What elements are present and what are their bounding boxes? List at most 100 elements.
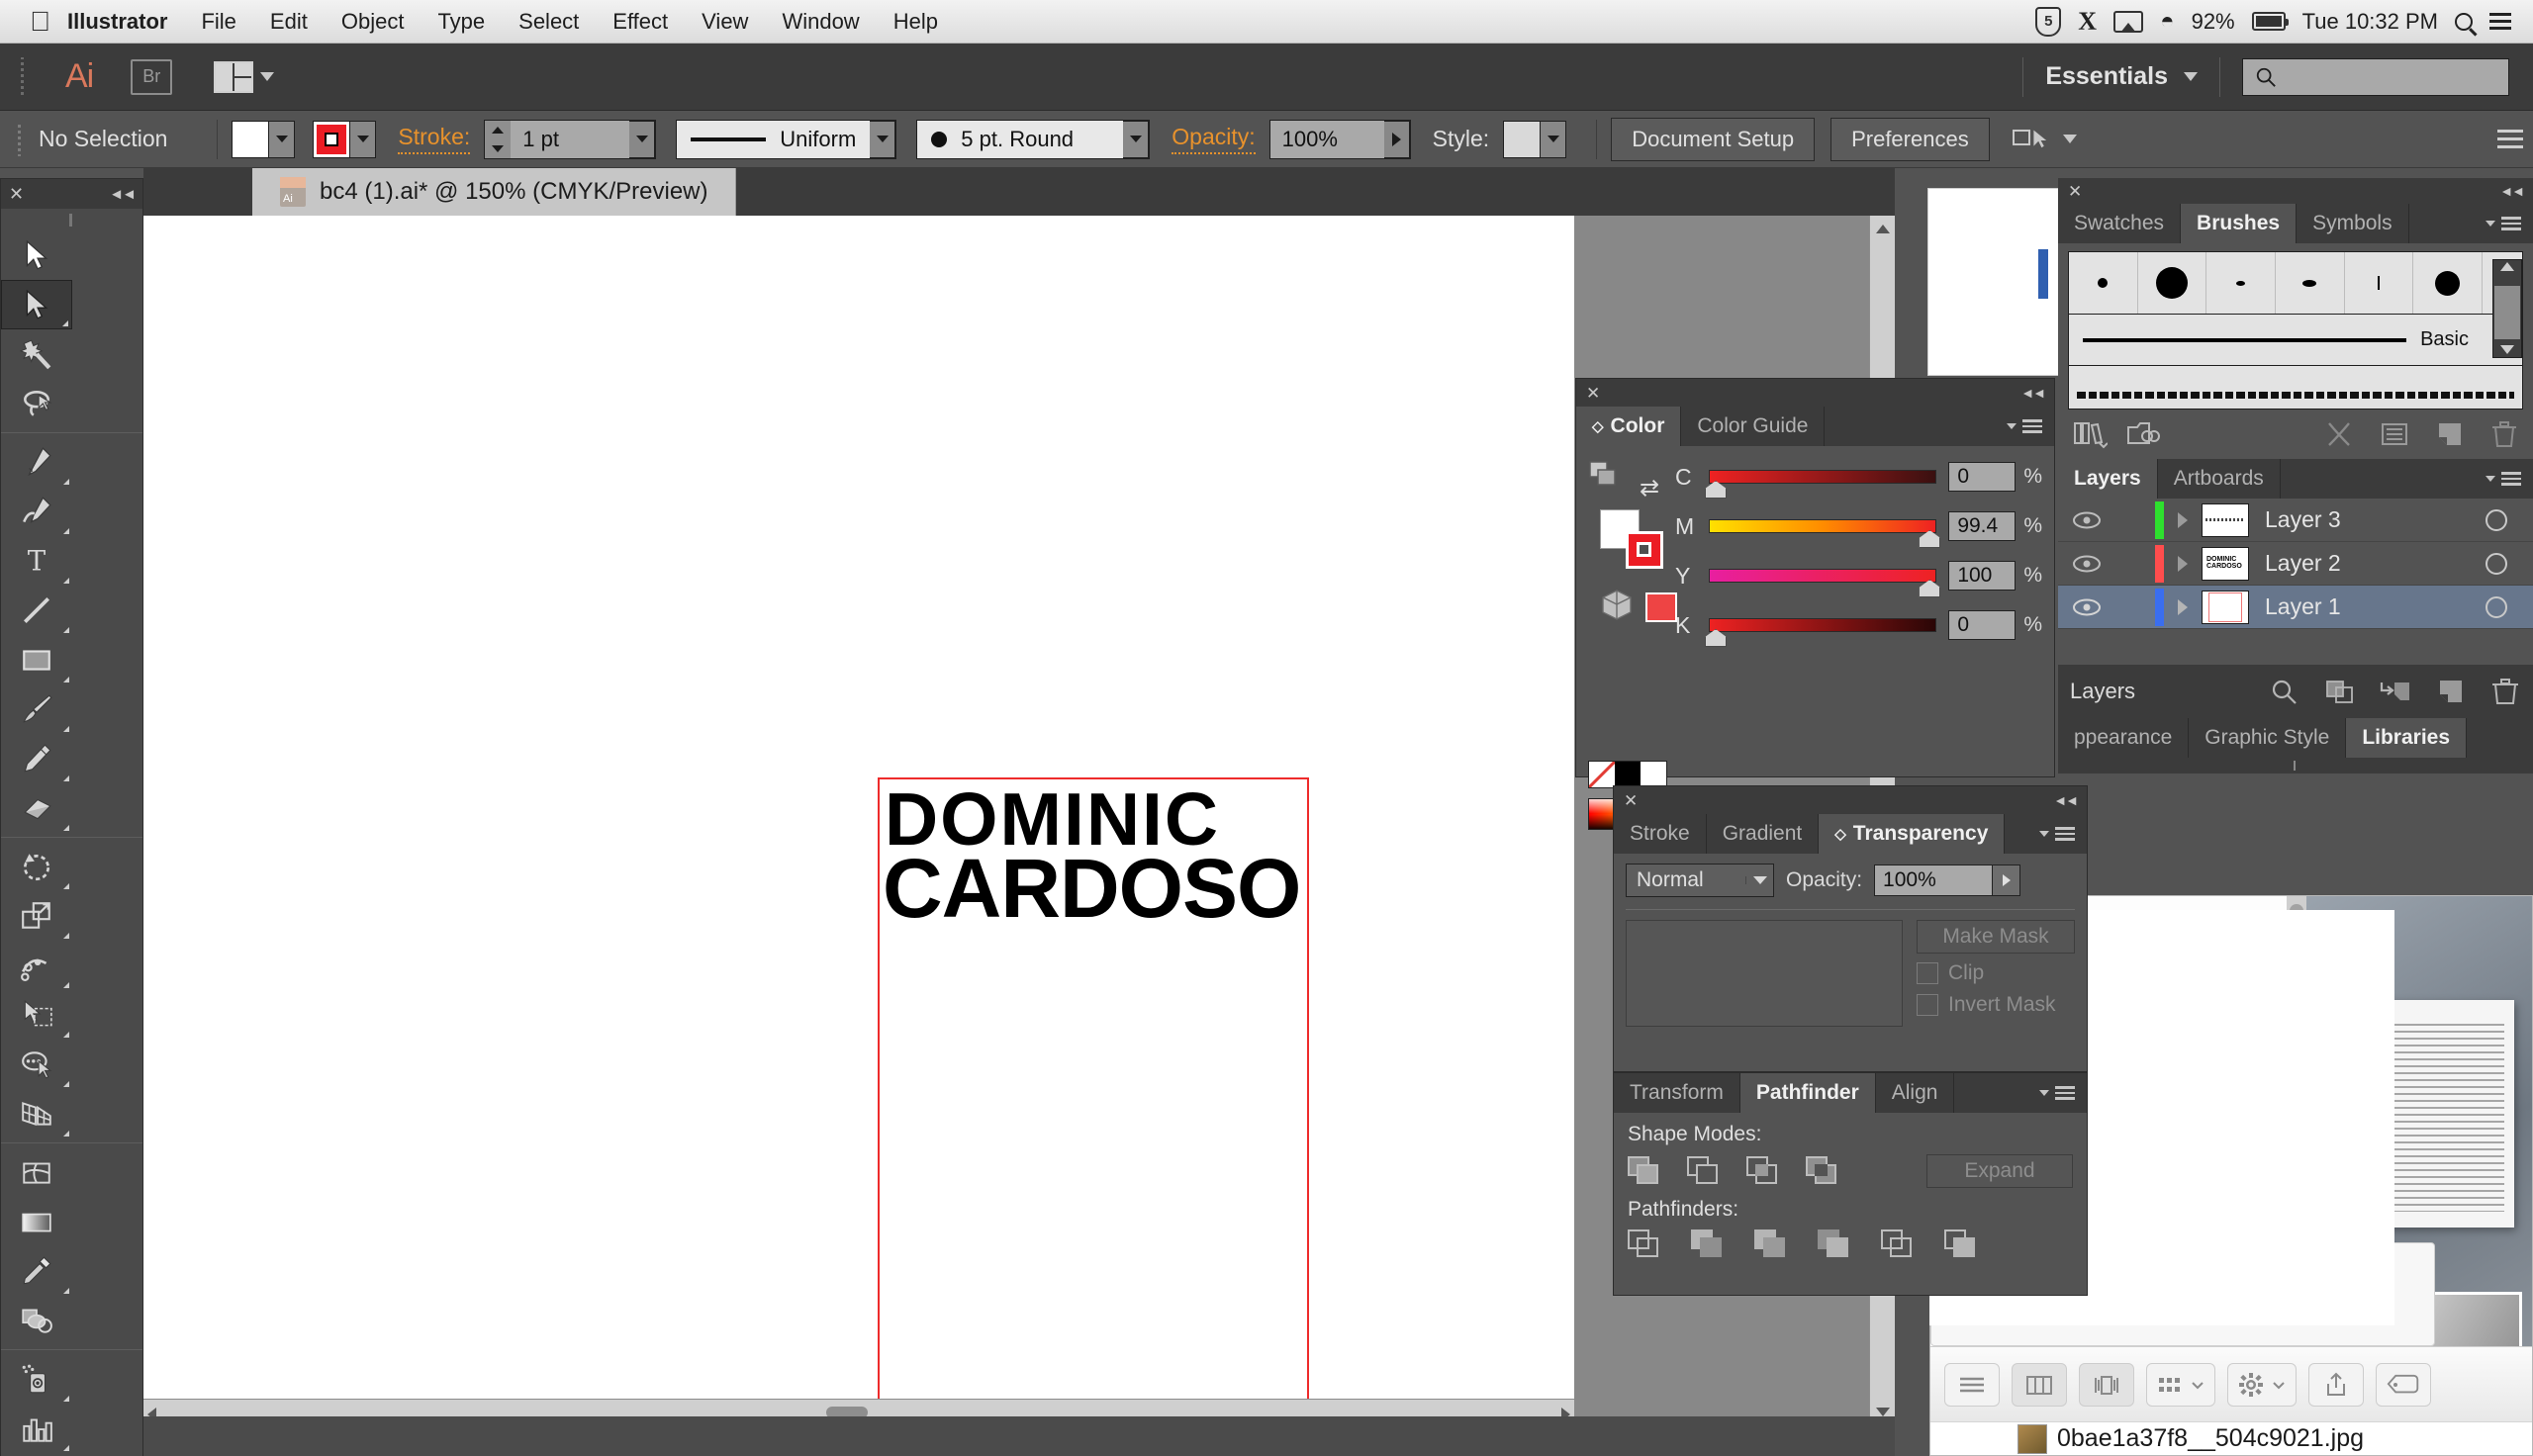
graphic-style-swatch[interactable] — [1503, 120, 1542, 158]
menu-effect[interactable]: Effect — [596, 9, 685, 35]
remove-brush-stroke-icon[interactable] — [2323, 419, 2355, 449]
dock-resize-grip[interactable] — [2058, 758, 2533, 774]
coverflow-view-icon[interactable] — [2079, 1362, 2134, 1407]
brush-definition-dropdown[interactable]: 5 pt. Round — [916, 119, 1151, 159]
shield-5-icon[interactable]: 5 — [2035, 6, 2062, 37]
close-icon[interactable]: ✕ — [1586, 385, 1600, 402]
brush-swatch[interactable] — [2069, 252, 2138, 314]
stroke-weight-value[interactable]: 1 pt — [511, 120, 630, 158]
eyedropper-tool[interactable] — [1, 1246, 72, 1296]
mesh-tool[interactable] — [1, 1147, 72, 1197]
app-bar-grip[interactable] — [18, 56, 26, 97]
scroll-down-arrow-icon[interactable] — [2500, 345, 2514, 354]
preferences-button[interactable]: Preferences — [1830, 117, 1990, 161]
share-icon[interactable] — [2308, 1362, 2364, 1407]
cyan-slider[interactable] — [1705, 470, 1937, 499]
selection-tool[interactable] — [1, 230, 72, 280]
layers-panel-menu[interactable] — [2474, 459, 2533, 499]
gradient-tool[interactable] — [1, 1197, 72, 1246]
yellow-value[interactable]: 100 — [1948, 561, 2017, 591]
opacity-flyout-arrow[interactable] — [1383, 120, 1410, 158]
close-icon[interactable]: ✕ — [1624, 792, 1638, 809]
airplay-icon[interactable] — [2113, 10, 2144, 33]
tab-transparency[interactable]: ◇ Transparency — [1819, 814, 2006, 854]
black-value[interactable]: 0 — [1948, 610, 2017, 640]
layer-row-3[interactable]: Layer 3 — [2058, 499, 2533, 542]
tab-gradient[interactable]: Gradient — [1706, 814, 1820, 854]
options-icon[interactable] — [2379, 419, 2410, 449]
paintbrush-tool[interactable] — [1, 684, 72, 734]
rotate-tool[interactable] — [1, 842, 72, 891]
magenta-value[interactable]: 99.4 — [1948, 511, 2017, 541]
fill-swatch[interactable] — [232, 120, 270, 158]
fill-stroke-proxy-icon[interactable] — [1588, 460, 1622, 490]
intersect-icon[interactable] — [1746, 1156, 1778, 1186]
blend-tool[interactable] — [1, 1296, 72, 1345]
pencil-tool[interactable] — [1, 734, 72, 783]
menu-bar-clock[interactable]: Tue 10:32 PM — [2302, 9, 2438, 35]
divide-icon[interactable] — [1628, 1229, 1659, 1259]
yellow-slider[interactable] — [1709, 569, 1941, 597]
layer-row-1[interactable]: Layer 1 — [2058, 586, 2533, 629]
collapse-icon[interactable]: ◄◄ — [2499, 183, 2525, 199]
minus-back-icon[interactable] — [1944, 1229, 1976, 1259]
stroke-dropdown-arrow[interactable] — [350, 120, 377, 158]
close-icon[interactable]: ✕ — [2068, 183, 2082, 200]
close-icon[interactable]: ✕ — [9, 184, 24, 205]
layer-expand-toggle[interactable] — [2164, 598, 2202, 615]
shape-builder-tool[interactable] — [1, 1040, 72, 1089]
app-search-input[interactable] — [2242, 57, 2509, 96]
fill-swatch-control[interactable] — [232, 120, 296, 158]
current-color-swatch[interactable] — [1645, 592, 1677, 622]
tab-symbols[interactable]: Symbols — [2297, 204, 2409, 243]
graphic-style-control[interactable] — [1503, 120, 1567, 158]
stroke-swatch-control[interactable] — [313, 120, 377, 158]
layer-visibility-toggle[interactable] — [2058, 597, 2115, 617]
tab-artboards[interactable]: Artboards — [2157, 459, 2281, 499]
transparency-thumbnail[interactable] — [1626, 920, 1903, 1027]
brush-libraries-icon[interactable] — [2072, 419, 2108, 449]
locate-object-icon[interactable] — [2268, 677, 2301, 706]
layer-target-indicator[interactable] — [2460, 508, 2533, 531]
menu-illustrator[interactable]: Illustrator — [50, 9, 184, 35]
tab-brushes[interactable]: Brushes — [2181, 204, 2298, 243]
curvature-tool[interactable] — [1, 487, 72, 536]
clip-checkbox-row[interactable]: Clip — [1917, 961, 2075, 985]
delete-layer-icon[interactable] — [2489, 677, 2521, 706]
basic-brush-row[interactable]: Basic — [2068, 315, 2523, 366]
make-clipping-mask-icon[interactable] — [2323, 677, 2357, 706]
line-segment-tool[interactable] — [1, 586, 72, 635]
brush-swatch[interactable] — [2138, 252, 2207, 314]
perspective-grid-tool[interactable] — [1, 1089, 72, 1138]
brush-swatch[interactable] — [2345, 252, 2414, 314]
layer-name[interactable]: Layer 1 — [2265, 593, 2341, 620]
select-similar-objects-icon[interactable] — [2012, 125, 2049, 154]
brush-swatch[interactable] — [2276, 252, 2345, 314]
pathfinder-panel-menu[interactable] — [2027, 1073, 2087, 1113]
stroke-swatch[interactable] — [313, 120, 351, 158]
merge-icon[interactable] — [1754, 1229, 1786, 1259]
tab-stroke[interactable]: Stroke — [1614, 814, 1707, 854]
menu-view[interactable]: View — [685, 9, 765, 35]
gear-action-icon[interactable] — [2227, 1362, 2297, 1407]
brushes-panel-menu[interactable] — [2474, 204, 2533, 243]
layer-target-indicator[interactable] — [2460, 552, 2533, 575]
transparency-opacity-value[interactable]: 100% — [1874, 864, 1994, 896]
color-panel-stroke-swatch[interactable] — [1626, 531, 1663, 569]
scale-tool[interactable] — [1, 891, 72, 941]
file-name[interactable]: 0bae1a37f8__504c9021.jpg — [2057, 1424, 2364, 1453]
tag-icon[interactable] — [2376, 1362, 2431, 1407]
outline-icon[interactable] — [1881, 1229, 1913, 1259]
business-card-artwork[interactable]: DOMINIC CARDOSO DOMINICCARDOSO.COM — [878, 777, 1309, 1456]
menu-edit[interactable]: Edit — [253, 9, 325, 35]
unite-icon[interactable] — [1628, 1156, 1659, 1186]
layers-empty-area[interactable] — [2058, 629, 2533, 665]
collapse-icon[interactable]: ◄◄ — [2020, 385, 2046, 401]
layer-row-2[interactable]: DOMINIC CARDOSO Layer 2 — [2058, 542, 2533, 586]
exclude-icon[interactable] — [1806, 1156, 1837, 1186]
brush-definition-arrow[interactable] — [1123, 120, 1150, 158]
document-tab[interactable]: bc4 (1).ai* @ 150% (CMYK/Preview) — [252, 168, 737, 216]
artboard-page[interactable]: DOMINIC CARDOSO DOMINICCARDOSO.COM — [143, 216, 1574, 1456]
spotlight-search-icon[interactable] — [2455, 12, 2473, 31]
document-setup-button[interactable]: Document Setup — [1611, 117, 1816, 161]
